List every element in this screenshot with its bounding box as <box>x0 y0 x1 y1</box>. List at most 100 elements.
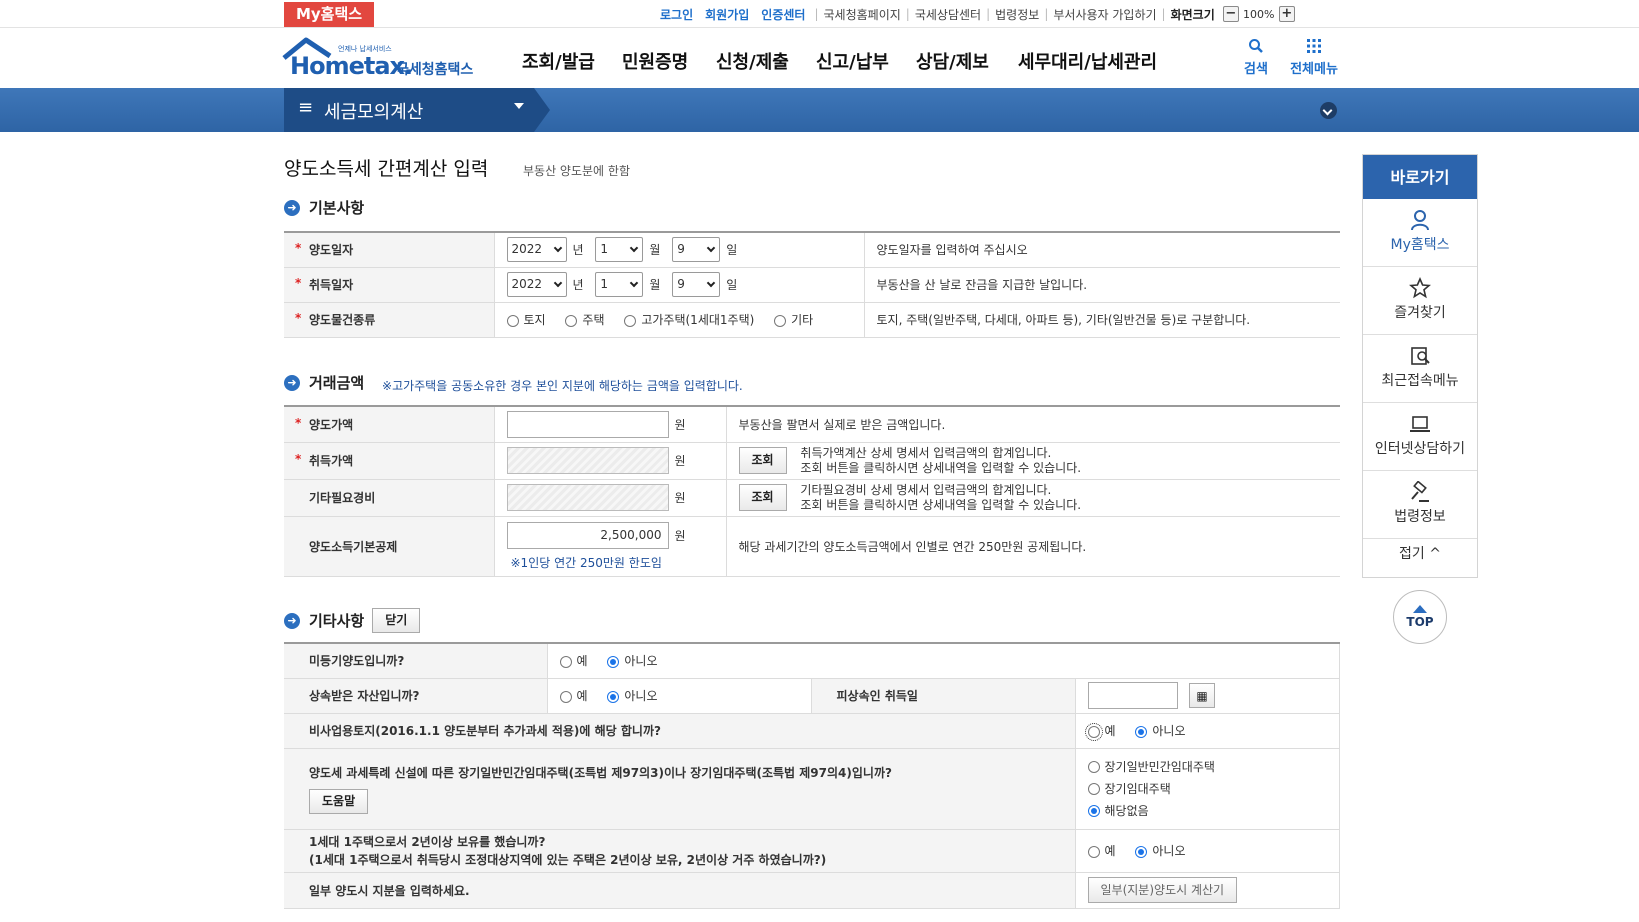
radio-inherited-no[interactable]: 아니오 <box>607 687 658 704</box>
table-row: 기타필요경비 원 조회 기타필요경비 상세 명세서 입력금액의 합계입니다. 조회… <box>284 479 1340 517</box>
quick-fold-button[interactable]: 접기 ^ <box>1363 539 1477 569</box>
arrow-up-icon <box>1413 605 1427 613</box>
quick-favorites[interactable]: 즐겨찾기 <box>1363 267 1477 335</box>
nav-report-pay[interactable]: 신고/납부 <box>816 48 889 74</box>
recent-search-icon <box>1411 347 1430 365</box>
acquire-year-select[interactable]: 2022 <box>506 272 567 297</box>
q-rental-housing-options: 장기일반민간임대주택 장기임대주택 해당없음 <box>1075 748 1340 830</box>
scroll-top-button[interactable]: TOP <box>1393 590 1447 644</box>
login-link[interactable]: 로그인 <box>660 6 693 23</box>
calendar-button[interactable]: ▦ <box>1189 683 1215 708</box>
decedent-date-input[interactable] <box>1087 682 1178 709</box>
nav-apply-submit[interactable]: 신청/제출 <box>716 48 789 74</box>
radio-one-house-yes[interactable]: 예 <box>1087 842 1116 859</box>
acquire-lookup-button[interactable]: 조회 <box>738 447 787 474</box>
other-expense-field: 원 <box>494 479 727 517</box>
basic-deduction-field: 2,500,000 원 ※1인당 연간 250만원 한도임 <box>494 516 727 577</box>
expense-lookup-button[interactable]: 조회 <box>738 484 787 511</box>
transfer-day-select[interactable]: 9 <box>672 237 721 263</box>
quick-recent-menu[interactable]: 최근접속메뉴 <box>1363 335 1477 403</box>
partial-share-calculator-button[interactable]: 일부(지분)양도시 계산기 <box>1087 877 1238 903</box>
q-unregistered-label: 미등기양도입니까? <box>284 643 548 679</box>
zoom-out-button[interactable]: − <box>1222 6 1239 22</box>
nav-civil-certificate[interactable]: 민원증명 <box>622 48 688 74</box>
basic-deduction-input[interactable]: 2,500,000 <box>506 521 669 549</box>
nav-tax-agent[interactable]: 세무대리/납세관리 <box>1018 48 1157 74</box>
radio-other[interactable]: 기타 <box>774 311 813 328</box>
section-amount-label: 거래금액 <box>309 374 365 392</box>
nav-consult-report[interactable]: 상담/제보 <box>916 48 989 74</box>
sale-price-label: * 양도가액 <box>284 406 495 443</box>
transfer-date-fields: 2022 년 1월 9일 <box>494 232 865 268</box>
nts-homepage-link[interactable]: 국세청홈페이지 <box>824 6 901 23</box>
radio-unregistered-yes[interactable]: 예 <box>559 652 588 669</box>
arrow-circle-icon: ➜ <box>284 374 300 391</box>
sub-menu-bar: ≡ 세금모의계산 <box>0 88 1639 132</box>
expand-chevron-icon[interactable] <box>1320 102 1337 119</box>
separator: | <box>814 7 819 21</box>
transfer-date-desc: 양도일자를 입력하여 주십시오 <box>864 232 1340 268</box>
table-row: 1세대 1주택으로서 2년이상 보유를 했습니까? (1세대 1주택으로서 취득당… <box>284 829 1340 873</box>
cert-center-link[interactable]: 인증센터 <box>761 6 805 23</box>
transfer-year-select[interactable]: 2022 <box>506 237 567 263</box>
radio-house[interactable]: 주택 <box>565 311 605 328</box>
radio-unregistered-no[interactable]: 아니오 <box>607 652 658 669</box>
logo-wordmark: Hometax. <box>290 52 413 80</box>
quick-links-panel: 바로가기 My홈택스 즐겨찾기 최근접속메뉴 인터넷상담하기 법령정보 접기 ^ <box>1362 154 1478 578</box>
nav-inquiry-issue[interactable]: 조회/발급 <box>522 48 595 74</box>
help-button[interactable]: 도움말 <box>309 788 369 814</box>
zoom-in-button[interactable]: + <box>1278 6 1295 22</box>
acquire-date-desc: 부동산을 산 날로 잔금을 지급한 날입니다. <box>864 267 1340 303</box>
radio-nonbusiness-no[interactable]: 아니오 <box>1135 722 1186 739</box>
allmenu-label: 전체메뉴 <box>1290 62 1338 77</box>
screen-size-label: 화면크기 <box>1170 7 1215 22</box>
sale-price-input[interactable] <box>506 410 669 438</box>
calendar-icon: ▦ <box>1196 689 1208 703</box>
law-info-link[interactable]: 법령정보 <box>995 6 1039 23</box>
radio-long-term-rental[interactable]: 장기임대주택 <box>1087 778 1340 800</box>
deduction-limit-note: ※1인당 연간 250만원 한도임 <box>510 555 662 570</box>
header-search-button[interactable]: 검색 <box>1236 38 1276 77</box>
q-nonbusiness-options: 예 아니오 <box>1075 713 1340 749</box>
main-header: 언제나 납세서비스 Hometax. 국세청홈택스 조회/발급 민원증명 신청/… <box>0 28 1639 88</box>
radio-one-house-no[interactable]: 아니오 <box>1135 842 1186 859</box>
acquire-price-field: 원 <box>494 442 727 480</box>
table-row: 상속받은 자산입니까? 예 아니오 피상속인 취득일 ▦ <box>284 678 1340 714</box>
radio-nonbusiness-yes[interactable]: 예 <box>1084 722 1116 741</box>
header-allmenu-button[interactable]: 전체메뉴 <box>1284 38 1344 77</box>
amount-note: ※고가주택을 공동소유한 경우 본인 지분에 해당하는 금액을 입력합니다. <box>382 379 743 393</box>
radio-long-term-private-rental[interactable]: 장기일반민간임대주택 <box>1087 756 1340 778</box>
transfer-month-select[interactable]: 1 <box>595 237 644 263</box>
property-type-label: * 양도물건종류 <box>284 302 495 338</box>
table-row: 일부 양도시 지분을 입력하세요. 일부(지분)양도시 계산기 <box>284 872 1340 909</box>
grid-menu-icon <box>1307 39 1321 53</box>
section-basic-title: ➜ 기본사항 <box>284 197 364 218</box>
quick-my-hometax[interactable]: My홈택스 <box>1363 199 1477 267</box>
zoom-value: 100% <box>1243 7 1275 21</box>
property-type-options: 토지 주택 고가주택(1세대1주택) 기타 <box>494 302 865 338</box>
transfer-date-label: * 양도일자 <box>284 232 495 268</box>
signup-link[interactable]: 회원가입 <box>705 6 749 23</box>
radio-land[interactable]: 토지 <box>506 311 546 328</box>
star-icon <box>1409 277 1431 299</box>
q-one-house-label: 1세대 1주택으로서 2년이상 보유를 했습니까? (1세대 1주택으로서 취득당… <box>284 829 1076 873</box>
other-expense-input <box>506 484 669 511</box>
menu-selector[interactable]: ≡ 세금모의계산 <box>284 88 550 132</box>
menu-title: 세금모의계산 <box>324 102 424 123</box>
quick-online-consult[interactable]: 인터넷상담하기 <box>1363 403 1477 471</box>
acquire-day-select[interactable]: 9 <box>672 272 721 297</box>
top-utility-bar: My홈택스 로그인 회원가입 인증센터 | 국세청홈페이지 | 국세상담센터 |… <box>0 0 1639 28</box>
radio-inherited-yes[interactable]: 예 <box>559 687 588 704</box>
q-inherited-options: 예 아니오 <box>547 678 812 714</box>
radio-not-applicable[interactable]: 해당없음 <box>1087 800 1340 822</box>
sale-price-desc: 부동산을 팔면서 실제로 받은 금액입니다. <box>726 406 1340 443</box>
hometax-logo[interactable]: 언제나 납세서비스 Hometax. 국세청홈택스 <box>282 34 482 84</box>
radio-luxury-house[interactable]: 고가주택(1세대1주택) <box>624 311 754 328</box>
quick-law-info[interactable]: 법령정보 <box>1363 471 1477 539</box>
page-subtitle: 부동산 양도분에 한함 <box>523 164 630 178</box>
acquire-month-select[interactable]: 1 <box>595 272 644 297</box>
dept-user-signup-link[interactable]: 부서사용자 가입하기 <box>1053 6 1156 23</box>
my-hometax-button[interactable]: My홈택스 <box>284 2 374 27</box>
close-section-button[interactable]: 닫기 <box>372 608 421 633</box>
consult-center-link[interactable]: 국세상담센터 <box>915 6 981 23</box>
